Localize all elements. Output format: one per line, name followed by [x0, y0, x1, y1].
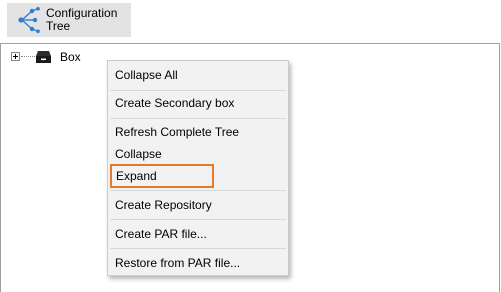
context-menu: Collapse All Create Secondary box Refres… — [107, 60, 289, 276]
box-drawer-icon — [36, 51, 51, 63]
menu-item-refresh-complete-tree[interactable]: Refresh Complete Tree — [110, 121, 286, 143]
menu-separator — [110, 190, 286, 191]
menu-item-restore-from-par-file[interactable]: Restore from PAR file... — [110, 252, 286, 274]
menu-item-create-repository[interactable]: Create Repository — [110, 194, 286, 216]
tree-node-label: Box — [60, 50, 81, 64]
menu-item-create-secondary-box[interactable]: Create Secondary box — [110, 92, 286, 114]
configuration-tree-button[interactable]: Configuration Tree — [7, 3, 131, 37]
menu-item-expand[interactable]: Expand — [110, 164, 214, 188]
menu-separator — [110, 219, 286, 220]
expand-plus-icon[interactable] — [11, 52, 20, 61]
menu-item-create-par-file[interactable]: Create PAR file... — [110, 223, 286, 245]
menu-item-collapse-all[interactable]: Collapse All — [110, 64, 286, 86]
tree-connector-line — [21, 56, 35, 58]
configuration-tree-label-line2: Tree — [46, 19, 71, 33]
hierarchy-share-icon — [18, 7, 40, 33]
menu-separator — [110, 90, 286, 91]
menu-separator — [110, 248, 286, 249]
menu-separator — [110, 118, 286, 119]
configuration-tree-label: Configuration Tree — [46, 7, 128, 33]
menu-item-collapse[interactable]: Collapse — [110, 143, 286, 165]
